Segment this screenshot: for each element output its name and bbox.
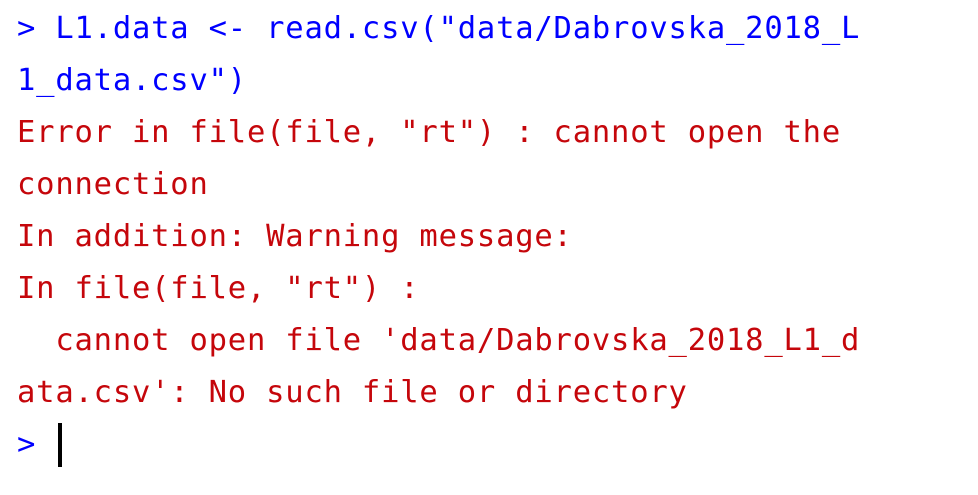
error-message-line: Error in file(file, "rt") : cannot open …: [17, 115, 841, 150]
warning-message-line: In file(file, "rt") :: [17, 271, 420, 306]
prompt-symbol: >: [17, 427, 37, 462]
input-prompt-line[interactable]: >: [17, 419, 978, 471]
warning-message-line: cannot open file 'data/Dabrovska_2018_L1…: [17, 323, 861, 358]
r-console[interactable]: > L1.data <- read.csv("data/Dabrovska_20…: [0, 3, 978, 495]
command-line-continuation: 1_data.csv"): [17, 63, 247, 98]
error-message-line: connection: [17, 167, 209, 202]
text-cursor: [58, 423, 63, 467]
warning-header-line: In addition: Warning message:: [17, 219, 573, 254]
command-line: > L1.data <- read.csv("data/Dabrovska_20…: [17, 11, 861, 46]
warning-message-line: ata.csv': No such file or directory: [17, 375, 688, 410]
